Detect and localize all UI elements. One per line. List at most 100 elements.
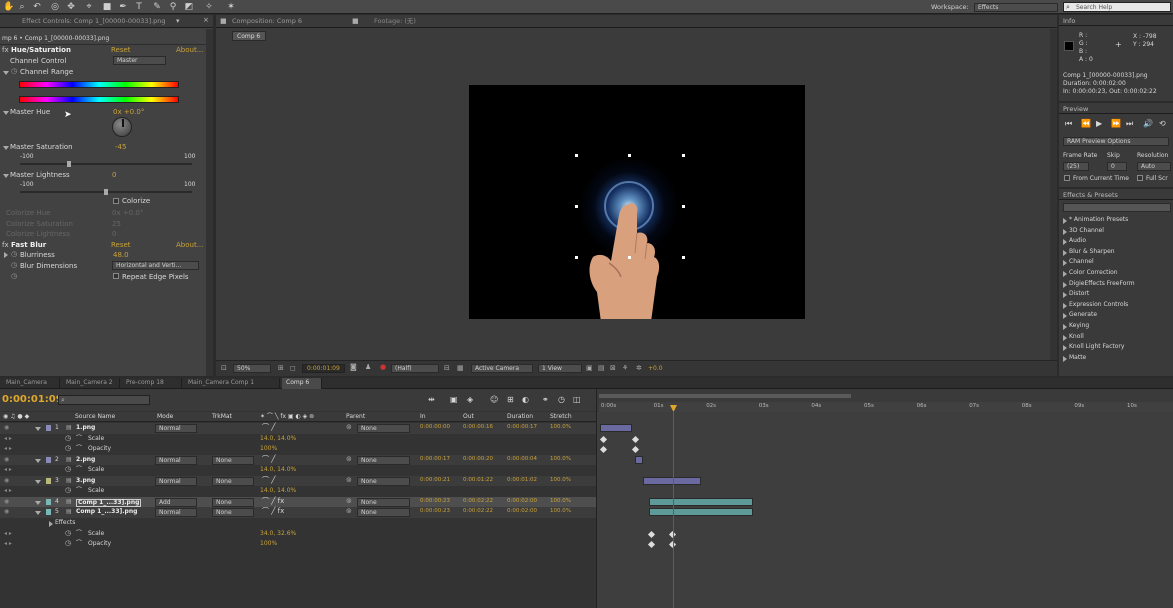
layer-name[interactable]: Comp 1_...33].png xyxy=(76,509,137,515)
effects-presets-tab[interactable]: Effects & Presets xyxy=(1063,192,1118,199)
collapse-triangle-icon[interactable] xyxy=(1063,313,1067,320)
effects-category-7[interactable]: Distort xyxy=(1069,291,1089,297)
property-value[interactable]: 100% xyxy=(260,446,277,452)
effect-controls-tab[interactable]: Effect Controls: Comp 1_[00000-00033].pn… xyxy=(22,18,166,25)
playhead-line[interactable] xyxy=(673,411,674,608)
timeline-tab-2[interactable]: Pre-comp 18 xyxy=(122,378,182,389)
audio-icon[interactable]: 🔊 xyxy=(1143,120,1153,128)
timeline-timecode[interactable]: 0:00:01:09 xyxy=(2,395,63,405)
exposure-value[interactable]: +0.0 xyxy=(648,366,663,372)
property-row[interactable]: ◂ ▸ ◷ ⌒ Opacity 100% xyxy=(0,444,596,455)
col-trkmat[interactable]: TrkMat xyxy=(212,414,232,420)
graph-icon[interactable]: ⌒ xyxy=(76,446,82,452)
col-source-name[interactable]: Source Name xyxy=(75,414,115,420)
col-stretch[interactable]: Stretch xyxy=(550,414,572,420)
switches-icon[interactable]: ⌒ ╱ xyxy=(262,455,275,463)
camera-orbit-icon[interactable]: ◎ xyxy=(50,2,60,12)
graph-icon[interactable]: ⌒ xyxy=(76,530,82,537)
layer-stretch[interactable]: 100.0% xyxy=(550,509,571,515)
layer-stretch[interactable]: 100.0% xyxy=(550,477,571,484)
layer-in[interactable]: 0:00:00:23 xyxy=(420,498,450,505)
last-frame-icon[interactable]: ⏭ xyxy=(1126,120,1133,128)
effects-category-13[interactable]: Matte xyxy=(1069,354,1086,361)
mode-select[interactable]: Normal xyxy=(155,455,197,465)
collapse-triangle-icon[interactable] xyxy=(1063,292,1067,299)
parent-pickwhip-icon[interactable]: ⊚ xyxy=(346,424,352,431)
lock-icon[interactable]: ■ xyxy=(220,18,227,25)
layer-bar-0[interactable] xyxy=(600,424,632,432)
play-icon[interactable]: ▶ xyxy=(1096,120,1102,128)
transform-handle[interactable] xyxy=(628,154,631,157)
prev-frame-icon[interactable]: ⏪ xyxy=(1081,120,1091,128)
trkmat-select[interactable]: None xyxy=(212,455,254,465)
transform-handle[interactable] xyxy=(575,154,578,157)
footage-tab[interactable]: Footage: (无) xyxy=(374,18,416,25)
transform-handle[interactable] xyxy=(628,256,631,259)
expand-triangle-icon[interactable] xyxy=(3,146,9,150)
collapse-triangle-icon[interactable] xyxy=(1063,302,1067,309)
stopwatch-icon[interactable]: ◷ xyxy=(65,487,71,494)
trkmat-select[interactable]: None xyxy=(212,476,254,486)
pixel-aspect-icon[interactable]: ▣ xyxy=(586,365,593,372)
collapse-triangle-icon[interactable] xyxy=(1063,324,1067,330)
property-row[interactable]: ◂ ▸ ◷ ⌒ Scale 14.0, 14.0% xyxy=(0,434,596,445)
brainstorm-icon[interactable]: ⚭ xyxy=(542,396,549,404)
layer-name[interactable]: 1.png xyxy=(76,425,95,431)
graph-icon[interactable]: ⌒ xyxy=(76,541,82,547)
frame-rate-select[interactable]: (25) xyxy=(1063,162,1089,171)
hide-shy-icon[interactable]: ☺ xyxy=(490,396,498,404)
switches-icon[interactable]: ⌒ ╱ fx xyxy=(262,497,284,505)
panel-menu-icon[interactable]: ▾ xyxy=(176,18,180,25)
resolution-select[interactable]: (Half) xyxy=(391,364,439,373)
effects-category-6[interactable]: DigieEffects FreeForm xyxy=(1069,280,1135,287)
effects-category-5[interactable]: Color Correction xyxy=(1069,270,1118,276)
timeline-tab-3[interactable]: Main_Camera Comp 1 xyxy=(184,378,280,389)
expand-triangle-icon[interactable] xyxy=(3,111,9,115)
trkmat-select[interactable]: None xyxy=(212,508,254,518)
rectangle-icon[interactable]: ■ xyxy=(102,2,112,12)
mode-select[interactable]: Normal xyxy=(155,476,197,486)
effects-search-input[interactable] xyxy=(1063,203,1171,212)
layer-out[interactable]: 0:00:00:16 xyxy=(463,424,493,431)
work-area-bar[interactable] xyxy=(599,394,851,398)
label-color-icon[interactable] xyxy=(46,509,51,516)
pen-icon[interactable]: ✒ xyxy=(118,2,128,12)
brush-icon[interactable]: ✎ xyxy=(152,2,162,12)
collapse-triangle-icon[interactable] xyxy=(1063,218,1067,224)
keyframe-nav-icon[interactable]: ◂ ▸ xyxy=(4,467,12,473)
resolution-preview-select[interactable]: Auto xyxy=(1137,162,1171,171)
graph-icon[interactable]: ⌒ xyxy=(76,435,82,442)
channel-control-select[interactable]: Master xyxy=(113,56,166,65)
flowchart-icon[interactable]: ⚘ xyxy=(622,365,628,372)
parent-pickwhip-icon[interactable]: ⊚ xyxy=(346,476,352,484)
layer-stretch[interactable]: 100.0% xyxy=(550,424,571,431)
visibility-icon[interactable]: ◉ xyxy=(4,425,9,431)
layer-out[interactable]: 0:00:01:22 xyxy=(463,477,493,484)
loop-icon[interactable]: ⟲ xyxy=(1159,120,1166,128)
search-help-input[interactable]: Search Help xyxy=(1076,5,1112,11)
visibility-icon[interactable]: ◉ xyxy=(4,498,9,505)
composition-tab[interactable]: Composition: Comp 6 xyxy=(232,18,302,25)
region-icon[interactable]: ⊟ xyxy=(444,365,450,372)
effects-category-9[interactable]: Generate xyxy=(1069,312,1097,318)
effects-category-11[interactable]: Knoll xyxy=(1069,333,1084,340)
transform-handle[interactable] xyxy=(682,205,685,208)
graph-icon[interactable]: ⌒ xyxy=(76,467,82,473)
fast-blur-reset[interactable]: Reset xyxy=(111,242,131,249)
workspace-select[interactable]: Effects xyxy=(974,3,1058,12)
collapse-triangle-icon[interactable] xyxy=(4,252,8,258)
property-row[interactable]: Effects xyxy=(0,518,596,529)
property-value[interactable]: 34.0, 32.6% xyxy=(260,530,296,537)
layer-out[interactable]: 0:00:02:22 xyxy=(463,509,493,515)
layer-in[interactable]: 0:00:00:21 xyxy=(420,477,450,484)
type-icon[interactable]: T xyxy=(134,2,144,12)
snapshot-icon[interactable]: ◙ xyxy=(350,364,357,371)
col-parent[interactable]: Parent xyxy=(346,414,365,420)
exposure-icon[interactable]: ✲ xyxy=(636,365,642,372)
full-screen-checkbox[interactable] xyxy=(1137,175,1143,181)
parent-pickwhip-icon[interactable]: ⊚ xyxy=(346,508,352,515)
comp-viewer[interactable] xyxy=(469,85,805,319)
col-in[interactable]: In xyxy=(420,414,426,420)
timeline-tab-0[interactable]: Main_Camera xyxy=(2,378,60,389)
layer-duration[interactable]: 0:00:01:02 xyxy=(507,477,537,484)
